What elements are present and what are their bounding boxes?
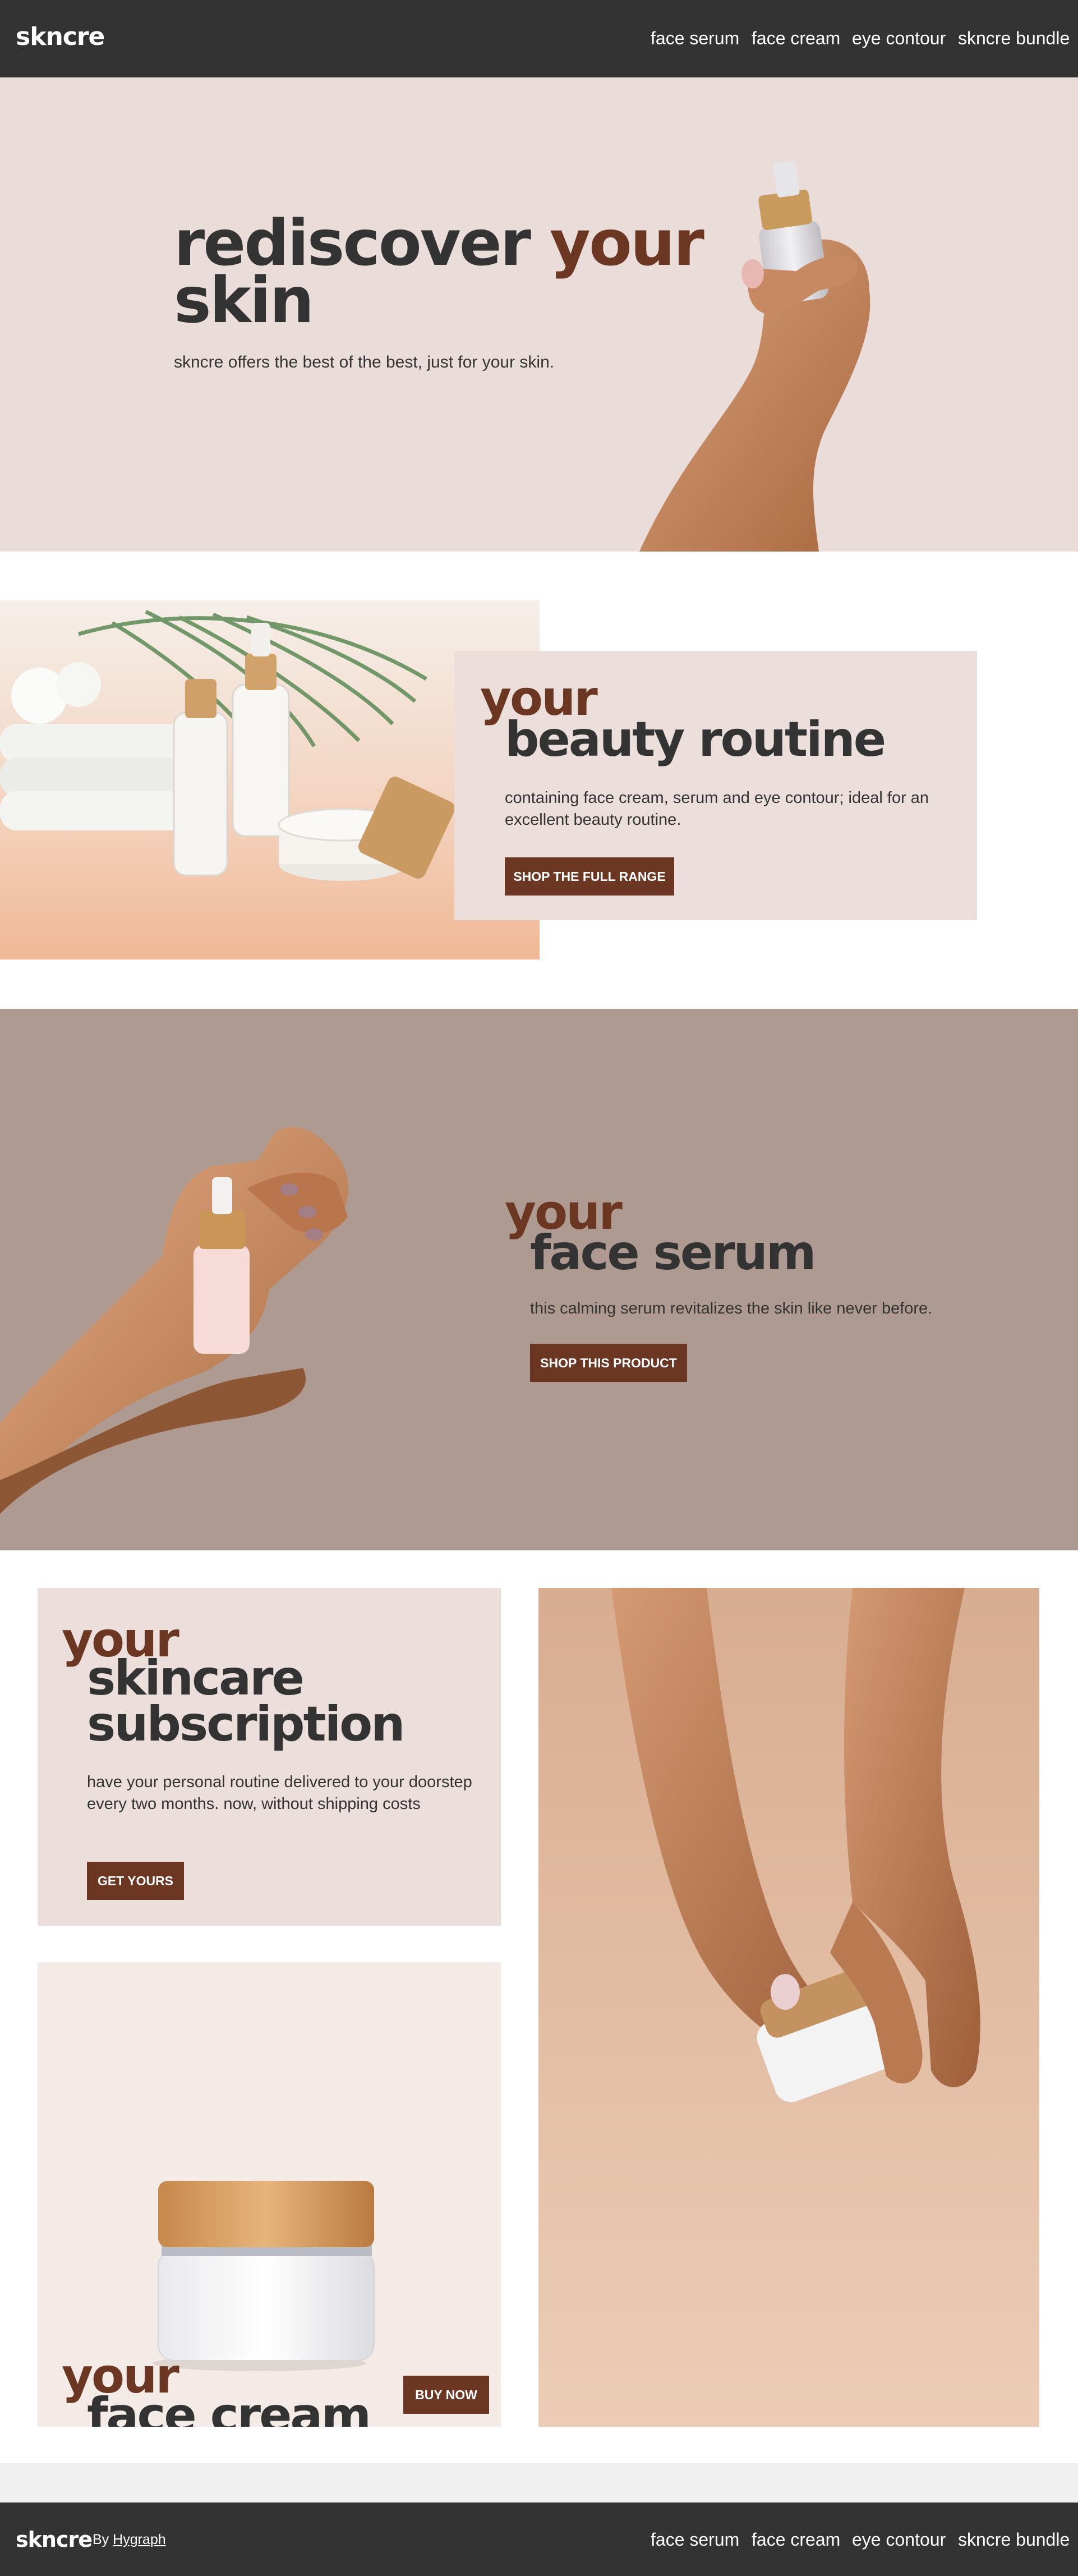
buy-now-button[interactable]: BUY NOW bbox=[403, 2376, 489, 2414]
shop-this-product-button[interactable]: SHOP THIS PRODUCT bbox=[530, 1344, 687, 1382]
hero-product-image bbox=[639, 160, 870, 552]
hero-title-line2: skin bbox=[174, 264, 314, 337]
hero-subtitle: skncre offers the best of the best, just… bbox=[174, 353, 555, 371]
routine-title: beauty routine bbox=[505, 711, 886, 768]
routine-text: containing face cream, serum and eye con… bbox=[505, 789, 929, 829]
serum-product-image bbox=[0, 1127, 348, 1550]
footer-credit: By Hygraph bbox=[93, 2532, 166, 2548]
serum-text: this calming serum revitalizes the skin … bbox=[530, 1300, 933, 1317]
footer-nav-face-serum[interactable]: face serum bbox=[651, 2529, 739, 2550]
serum-title: face serum bbox=[530, 1225, 816, 1281]
get-yours-button[interactable]: GET YOURS bbox=[87, 1862, 184, 1900]
routine-panel: your beauty routine containing face crea… bbox=[454, 651, 977, 920]
nav-eye-contour[interactable]: eye contour bbox=[852, 28, 946, 49]
subscription-panel: your skincare subscription have your per… bbox=[38, 1588, 501, 1926]
subscription-hands-image bbox=[538, 1588, 1039, 2427]
cream-title: face cream bbox=[87, 2387, 371, 2427]
footer-nav-face-cream[interactable]: face cream bbox=[752, 2529, 840, 2550]
subscription-title-line2: subscription bbox=[87, 1696, 405, 1752]
site-header: skncre face serum face cream eye contour… bbox=[0, 0, 1078, 77]
nav-face-serum[interactable]: face serum bbox=[651, 28, 739, 49]
cream-panel: your face cream BUY NOW bbox=[38, 1962, 501, 2427]
subscription-title-line1: skincare bbox=[87, 1650, 305, 1706]
brand-logo[interactable]: skncre bbox=[16, 22, 105, 51]
hero-section: rediscover your skin skncre offers the b… bbox=[0, 77, 1078, 552]
footer-brand-logo[interactable]: skncre bbox=[16, 2527, 93, 2552]
shop-full-range-button[interactable]: SHOP THE FULL RANGE bbox=[505, 857, 674, 896]
footer-by-label: By bbox=[93, 2532, 109, 2547]
footer-nav-skncre-bundle[interactable]: skncre bundle bbox=[958, 2529, 1070, 2550]
footer-nav-eye-contour[interactable]: eye contour bbox=[852, 2529, 946, 2550]
nav-skncre-bundle[interactable]: skncre bundle bbox=[958, 28, 1070, 49]
serum-section: your face serum this calming serum revit… bbox=[0, 1009, 1078, 1550]
cream-product-image bbox=[153, 2181, 375, 2371]
nav-face-cream[interactable]: face cream bbox=[752, 28, 840, 49]
footer-hygraph-link[interactable]: Hygraph bbox=[113, 2532, 166, 2547]
site-footer: skncre By Hygraph face serum face cream … bbox=[0, 2502, 1078, 2576]
subscription-text: have your personal routine delivered to … bbox=[87, 1773, 472, 1813]
footer-spacer bbox=[0, 2463, 1078, 2502]
